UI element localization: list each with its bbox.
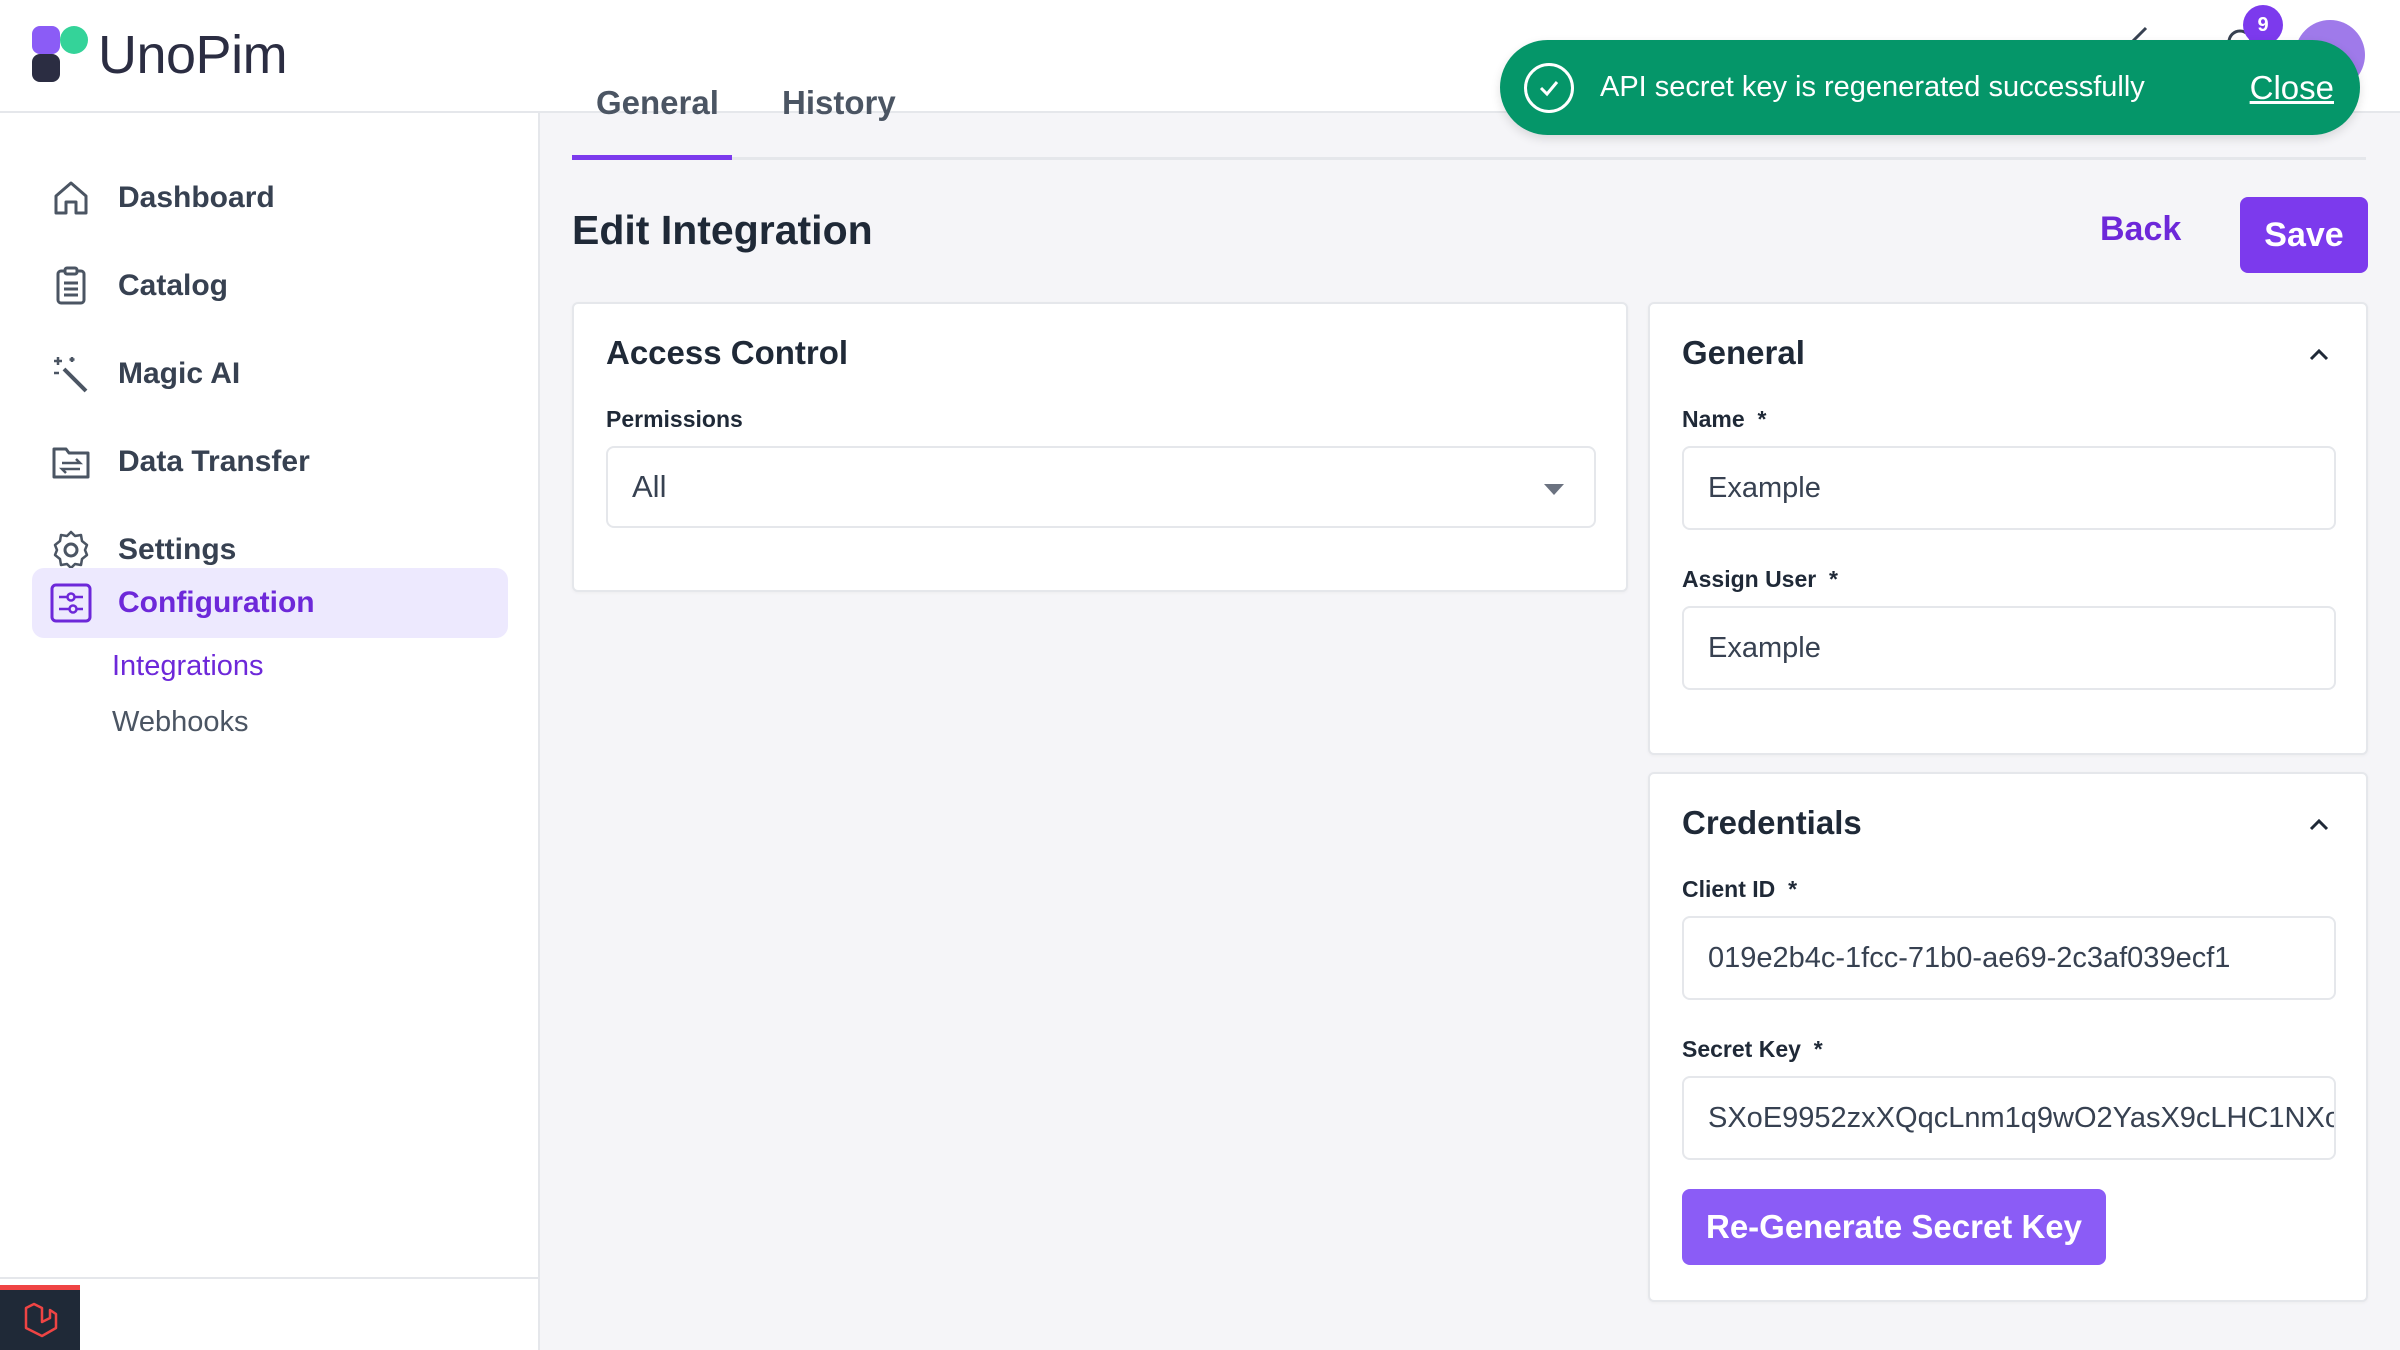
permissions-value: All <box>632 469 667 504</box>
sidebar-item-catalog[interactable]: Catalog <box>32 251 508 321</box>
chevron-up-icon[interactable] <box>2306 342 2332 368</box>
sidebar-item-configuration[interactable]: Configuration <box>32 568 508 638</box>
active-tab-indicator <box>572 155 732 160</box>
sidebar-subitem-integrations[interactable]: Integrations <box>112 650 264 683</box>
sidebar-item-label: Magic AI <box>118 357 241 390</box>
client-id-label: Client ID * <box>1682 876 1798 902</box>
sidebar-item-magic-ai[interactable]: Magic AI <box>32 339 508 409</box>
name-label: Name * <box>1682 406 1767 432</box>
app-logo[interactable]: UnoPim <box>30 24 288 86</box>
credentials-card: Credentials Client ID * 019e2b4c-1fcc-71… <box>1648 772 2368 1302</box>
assign-user-input[interactable]: Example <box>1682 606 2336 690</box>
tab-history[interactable]: History <box>782 84 896 122</box>
regenerate-secret-key-button[interactable]: Re-Generate Secret Key <box>1682 1189 2106 1265</box>
laravel-debugbar-icon[interactable] <box>0 1285 80 1350</box>
access-control-card: Access Control Permissions All <box>572 302 1628 592</box>
save-button[interactable]: Save <box>2240 197 2368 273</box>
sidebar-item-label: Catalog <box>118 269 229 302</box>
assign-user-label: Assign User * <box>1682 566 1838 592</box>
sliders-icon <box>36 568 106 638</box>
transfer-icon <box>36 427 106 497</box>
page-title: Edit Integration <box>572 207 873 253</box>
notification-badge[interactable]: 9 <box>2243 5 2283 45</box>
sidebar-item-label: Data Transfer <box>118 445 310 478</box>
chevron-up-icon[interactable] <box>2306 812 2332 838</box>
home-icon <box>36 163 106 233</box>
permissions-select[interactable]: All <box>606 446 1596 528</box>
sidebar-item-label: Settings <box>118 533 237 566</box>
sidebar-item-dashboard[interactable]: Dashboard <box>32 163 508 233</box>
back-button[interactable]: Back <box>2100 210 2181 249</box>
tab-bar: General History <box>572 60 2366 160</box>
secret-key-value: SXoE9952zxXQqcLnm1q9wO2YasX9cLHC1NXo <box>1708 1101 2336 1134</box>
secret-key-input[interactable]: SXoE9952zxXQqcLnm1q9wO2YasX9cLHC1NXo <box>1682 1076 2336 1160</box>
card-title: General <box>1682 334 1805 371</box>
sidebar-item-data-transfer[interactable]: Data Transfer <box>32 427 508 497</box>
name-value: Example <box>1708 471 1821 504</box>
client-id-value: 019e2b4c-1fcc-71b0-ae69-2c3af039ecf1 <box>1708 941 2231 974</box>
sidebar-footer <box>0 1277 538 1350</box>
name-input[interactable]: Example <box>1682 446 2336 530</box>
magic-wand-icon <box>36 339 106 409</box>
tab-general[interactable]: General <box>596 84 719 122</box>
permissions-label: Permissions <box>606 406 743 432</box>
logo-icon <box>32 26 88 82</box>
app-name: UnoPim <box>98 25 288 85</box>
sidebar-item-label: Configuration <box>118 586 315 619</box>
chevron-down-icon <box>1544 484 1564 495</box>
sidebar-subitem-webhooks[interactable]: Webhooks <box>112 706 249 739</box>
clipboard-icon <box>36 251 106 321</box>
sidebar: Dashboard Catalog Magic AI Data Transfer… <box>0 113 540 1350</box>
card-title: Credentials <box>1682 804 1862 841</box>
client-id-input[interactable]: 019e2b4c-1fcc-71b0-ae69-2c3af039ecf1 <box>1682 916 2336 1000</box>
card-title: Access Control <box>606 334 849 371</box>
sidebar-item-label: Dashboard <box>118 181 275 214</box>
general-card: General Name * Example Assign User * Exa… <box>1648 302 2368 755</box>
secret-key-label: Secret Key * <box>1682 1036 1823 1062</box>
assign-user-value: Example <box>1708 631 1821 664</box>
